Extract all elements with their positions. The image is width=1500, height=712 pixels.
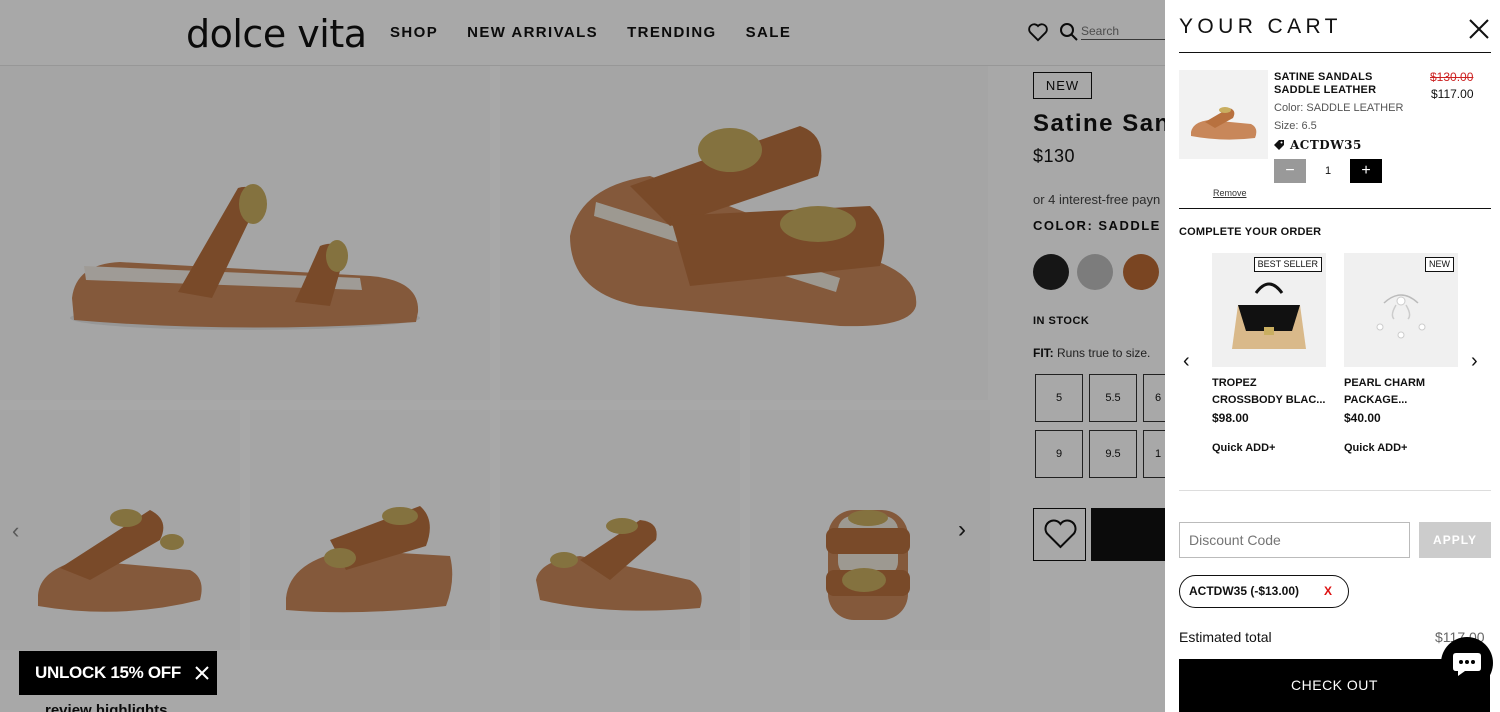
cart-item-discount-code: ACTDW35	[1274, 138, 1362, 152]
cart-item-price: $117.00	[1431, 87, 1474, 101]
applied-discount-chip: ACTDW35 (-$13.00) X	[1179, 575, 1349, 608]
upsell-card[interactable]: NEW PEARL CHARM PACKAGE... $40.00 Quick …	[1344, 253, 1458, 454]
upsell-image[interactable]: BEST SELLER	[1212, 253, 1326, 367]
close-icon[interactable]	[1467, 17, 1491, 41]
applied-discount-text: ACTDW35 (-$13.00)	[1189, 584, 1300, 598]
sandal-thumb-illustration	[1191, 107, 1257, 140]
upsell-prev-arrow-icon[interactable]: ‹	[1183, 350, 1190, 373]
upsell-name-line2: PACKAGE...	[1344, 394, 1408, 406]
divider	[1179, 490, 1491, 491]
upsell-next-arrow-icon[interactable]: ›	[1471, 350, 1478, 373]
remove-discount-button[interactable]: X	[1324, 576, 1332, 607]
quantity-value: 1	[1324, 165, 1332, 177]
close-icon[interactable]	[187, 651, 217, 695]
upsell-name-line1: PEARL CHARM	[1344, 377, 1426, 389]
cart-item-image[interactable]	[1179, 70, 1268, 159]
upsell-name-line2: CROSSBODY BLAC...	[1212, 394, 1326, 406]
chat-launcher[interactable]	[1441, 637, 1493, 689]
cart-drawer: YOUR CART SATINE SANDALS SADDLE LEATHER …	[1165, 0, 1500, 712]
estimated-total-label: Estimated total	[1179, 629, 1272, 645]
remove-item-link[interactable]: Remove	[1213, 188, 1247, 198]
cart-item-name[interactable]: SATINE SANDALS SADDLE LEATHER	[1274, 71, 1399, 97]
unlock-label: UNLOCK 15% OFF	[35, 663, 181, 682]
quantity-increase-button[interactable]: +	[1350, 159, 1382, 183]
discount-code-text: ACTDW35	[1290, 138, 1362, 152]
cart-item-size: Size: 6.5	[1274, 120, 1317, 132]
divider	[1179, 208, 1491, 209]
chat-bubble-icon	[1453, 653, 1481, 676]
divider	[1179, 52, 1491, 53]
cart-item-original-price: $130.00	[1430, 70, 1474, 84]
quantity-decrease-button[interactable]: −	[1274, 159, 1306, 183]
page-dim-overlay[interactable]	[0, 0, 1165, 712]
upsell-name-line1: TROPEZ	[1212, 377, 1257, 389]
cart-item-color: Color: SADDLE LEATHER	[1274, 102, 1404, 114]
unlock-discount-banner[interactable]: UNLOCK 15% OFF	[19, 651, 217, 695]
upsell-image[interactable]: NEW	[1344, 253, 1458, 367]
new-badge: NEW	[1425, 257, 1454, 272]
apply-discount-button[interactable]: APPLY	[1419, 522, 1491, 558]
upsell-price: $98.00	[1212, 411, 1249, 425]
discount-code-input[interactable]	[1179, 522, 1410, 558]
quick-add-button[interactable]: Quick ADD+	[1212, 442, 1326, 454]
upsell-card[interactable]: BEST SELLER TROPEZ CROSSBODY BLAC... $98…	[1212, 253, 1326, 454]
quick-add-button[interactable]: Quick ADD+	[1344, 442, 1458, 454]
upsell-heading: COMPLETE YOUR ORDER	[1179, 226, 1322, 238]
upsell-price: $40.00	[1344, 411, 1381, 425]
best-seller-badge: BEST SELLER	[1253, 257, 1322, 272]
tag-icon	[1274, 140, 1284, 150]
cart-title: YOUR CART	[1179, 15, 1342, 38]
